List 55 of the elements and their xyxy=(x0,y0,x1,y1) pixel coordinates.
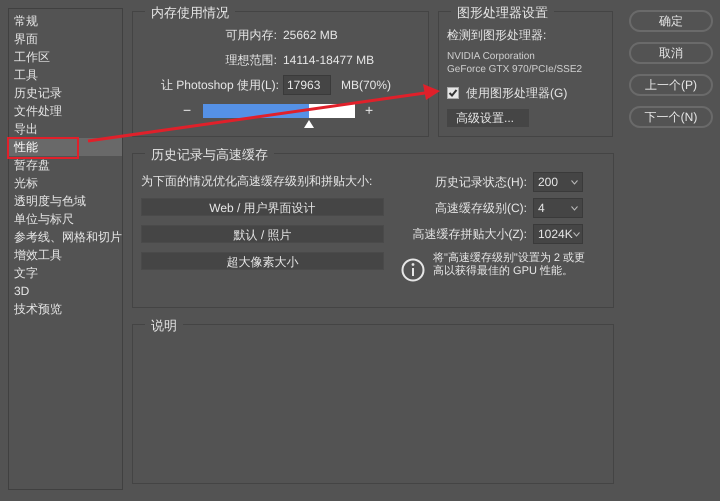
sidebar-item[interactable]: 常规 xyxy=(9,12,122,30)
sidebar-item[interactable]: 性能 xyxy=(9,138,122,156)
sidebar-item[interactable]: 增效工具 xyxy=(9,246,122,264)
cache-dropdown[interactable]: 4 xyxy=(533,198,583,218)
preset-button[interactable]: 超大像素大小 xyxy=(141,252,384,270)
cache-dropdown[interactable]: 200 xyxy=(533,172,583,192)
dropdown-value: 4 xyxy=(538,200,545,217)
dialog-button[interactable]: 上一个(P) xyxy=(629,74,713,96)
slider-thumb-icon[interactable] xyxy=(304,120,314,128)
sidebar-item[interactable]: 透明度与色域 xyxy=(9,192,122,210)
sidebar-item[interactable]: 界面 xyxy=(9,30,122,48)
optimize-label: 为下面的情况优化高速缓存级别和拼贴大小: xyxy=(141,173,374,190)
memory-label: 可用内存: xyxy=(224,27,278,44)
preset-button[interactable]: Web / 用户界面设计 xyxy=(141,198,384,216)
gpu-detected-label: 检测到图形处理器: xyxy=(447,27,548,44)
dialog-button[interactable]: 取消 xyxy=(629,42,713,64)
sidebar-item[interactable]: 技术预览 xyxy=(9,300,122,318)
caret-icon xyxy=(571,206,578,210)
dropdown-value: 1024K xyxy=(538,226,573,243)
cache-field-label: 高速缓存拼贴大小(Z): xyxy=(411,226,528,243)
memory-value: 14114-18477 MB xyxy=(283,52,374,69)
cache-field-label: 高速缓存级别(C): xyxy=(434,200,528,217)
sidebar-item[interactable]: 导出 xyxy=(9,120,122,138)
sidebar-item[interactable]: 工具 xyxy=(9,66,122,84)
memory-percent: MB(70%) xyxy=(341,77,392,94)
sidebar-item[interactable]: 光标 xyxy=(9,174,122,192)
preset-button[interactable]: 默认 / 照片 xyxy=(141,225,384,243)
cache-field-label: 历史记录状态(H): xyxy=(434,174,528,191)
gpu-checkbox-label: 使用图形处理器(G) xyxy=(466,85,568,102)
sidebar-item[interactable]: 3D xyxy=(9,282,122,300)
dialog-button[interactable]: 确定 xyxy=(629,10,713,32)
sidebar-item[interactable]: 工作区 xyxy=(9,48,122,66)
memory-input-field[interactable]: 17963 xyxy=(283,75,331,95)
dropdown-value: 200 xyxy=(538,174,558,191)
sidebar-item[interactable]: 文字 xyxy=(9,264,122,282)
cache-dropdown[interactable]: 1024K xyxy=(533,224,583,244)
gpu-model: GeForce GTX 970/PCIe/SSE2 xyxy=(447,63,584,76)
dialog-button[interactable]: 下一个(N) xyxy=(629,106,713,128)
caret-icon xyxy=(572,232,580,236)
decrease-label: − xyxy=(183,101,192,120)
memory-use-label: 让 Photoshop 使用(L): xyxy=(160,77,280,94)
gpu-checkbox[interactable] xyxy=(447,87,459,99)
advanced-settings-button[interactable]: 高级设置... xyxy=(447,109,529,127)
sidebar-item[interactable]: 文件处理 xyxy=(9,102,122,120)
memory-value: 25662 MB xyxy=(283,27,338,44)
increase-label: + xyxy=(365,101,374,120)
gpu-vendor: NVIDIA Corporation xyxy=(447,50,536,63)
sidebar-item[interactable]: 参考线、网格和切片 xyxy=(9,228,122,246)
sidebar-item[interactable]: 历史记录 xyxy=(9,84,122,102)
caret-icon xyxy=(571,180,578,184)
memory-label: 理想范围: xyxy=(224,52,278,69)
info-icon xyxy=(401,258,425,282)
info-message: 将"高速缓存级别"设置为 2 或更高以获得最佳的 GPU 性能。 xyxy=(433,252,586,278)
sidebar-item[interactable]: 暂存盘 xyxy=(9,156,122,174)
sidebar-item[interactable]: 单位与标尺 xyxy=(9,210,122,228)
